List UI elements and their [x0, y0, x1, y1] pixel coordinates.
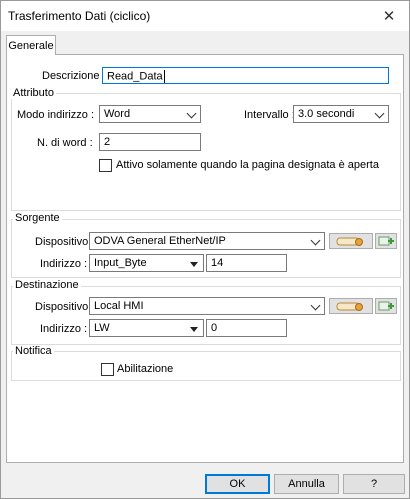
- sorgente-device-settings-button[interactable]: [329, 233, 373, 249]
- annulla-button[interactable]: Annulla: [274, 474, 339, 494]
- descrizione-input[interactable]: Read_Data: [102, 67, 389, 84]
- window-title: Trasferimento Dati (ciclico): [8, 9, 151, 23]
- device-settings-icon: [336, 302, 363, 311]
- notifica-group: [11, 351, 401, 381]
- modo-indirizzo-select[interactable]: Word: [99, 105, 201, 123]
- tab-label: Generale: [8, 39, 54, 52]
- tab-generale[interactable]: Generale: [6, 35, 56, 55]
- destinazione-dispositivo-label: Dispositivo :: [35, 301, 95, 313]
- attivo-checkbox-label: Attivo solamente quando la pagina design…: [116, 159, 379, 171]
- sorgente-add-device-button[interactable]: [375, 233, 397, 249]
- chevron-down-icon: [186, 108, 197, 119]
- dropdown-arrow-icon: [190, 262, 198, 267]
- sorgente-address-input[interactable]: 14: [206, 254, 287, 272]
- modo-indirizzo-label: Modo indirizzo :: [17, 109, 95, 121]
- attributo-group-title: Attributo: [11, 87, 56, 99]
- sorgente-group-title: Sorgente: [13, 212, 62, 224]
- sorgente-indirizzo-label: Indirizzo :: [40, 258, 88, 270]
- add-device-icon: [378, 301, 394, 311]
- sorgente-dispositivo-select[interactable]: ODVA General EtherNet/IP: [89, 232, 325, 250]
- chevron-down-icon: [310, 235, 321, 246]
- title-bar[interactable]: Trasferimento Dati (ciclico) ✕: [1, 1, 409, 31]
- dropdown-arrow-icon: [190, 327, 198, 332]
- help-button[interactable]: ?: [343, 474, 405, 494]
- tab-panel-generale: Descrizione : Read_Data Attributo Modo i…: [6, 54, 404, 463]
- device-settings-icon: [336, 237, 363, 246]
- ok-button[interactable]: OK: [205, 474, 270, 494]
- destinazione-dispositivo-select[interactable]: Local HMI: [89, 297, 325, 315]
- dialog-window: Trasferimento Dati (ciclico) ✕ Generale …: [0, 0, 410, 499]
- abilitazione-checkbox[interactable]: [101, 363, 114, 376]
- intervallo-select[interactable]: 3.0 secondi: [293, 105, 389, 123]
- sorgente-dispositivo-label: Dispositivo :: [35, 236, 95, 248]
- notifica-group-title: Notifica: [13, 345, 54, 357]
- n-word-input[interactable]: 2: [99, 133, 201, 151]
- chevron-down-icon: [310, 300, 321, 311]
- intervallo-label: Intervallo :: [244, 109, 295, 121]
- abilitazione-checkbox-label: Abilitazione: [117, 363, 174, 375]
- destinazione-address-type-select[interactable]: LW: [89, 319, 204, 337]
- close-icon[interactable]: ✕: [369, 1, 409, 31]
- destinazione-address-input[interactable]: 0: [206, 319, 287, 337]
- chevron-down-icon: [374, 108, 385, 119]
- n-word-label: N. di word :: [37, 137, 93, 149]
- descrizione-label: Descrizione :: [42, 70, 106, 82]
- destinazione-add-device-button[interactable]: [375, 298, 397, 314]
- add-device-icon: [378, 236, 394, 246]
- attivo-checkbox[interactable]: [99, 159, 112, 172]
- destinazione-device-settings-button[interactable]: [329, 298, 373, 314]
- destinazione-group-title: Destinazione: [13, 279, 81, 291]
- destinazione-indirizzo-label: Indirizzo :: [40, 323, 88, 335]
- sorgente-address-type-select[interactable]: Input_Byte: [89, 254, 204, 272]
